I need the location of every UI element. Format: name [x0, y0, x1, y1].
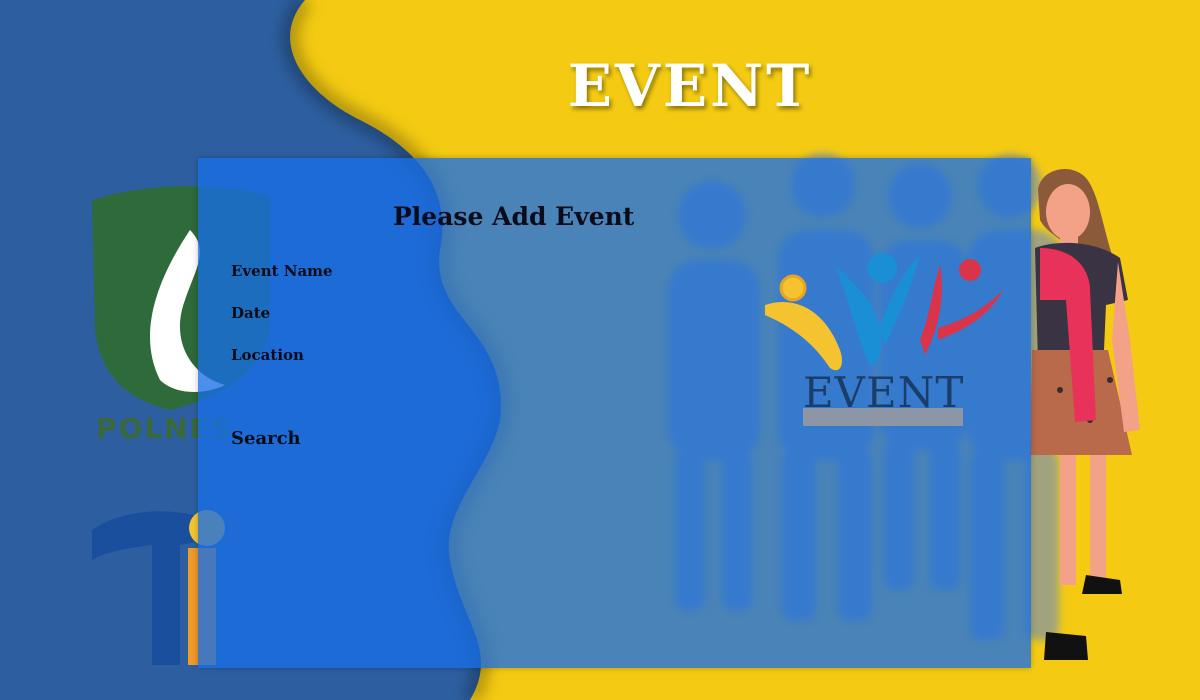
event-logo-bar: [803, 408, 963, 426]
search-button[interactable]: Search: [231, 428, 301, 449]
location-label: Location: [231, 346, 304, 364]
event-name-label: Event Name: [231, 262, 333, 280]
page-title: EVENT: [567, 52, 813, 120]
date-label: Date: [231, 304, 271, 322]
form-heading: Please Add Event: [393, 202, 635, 231]
